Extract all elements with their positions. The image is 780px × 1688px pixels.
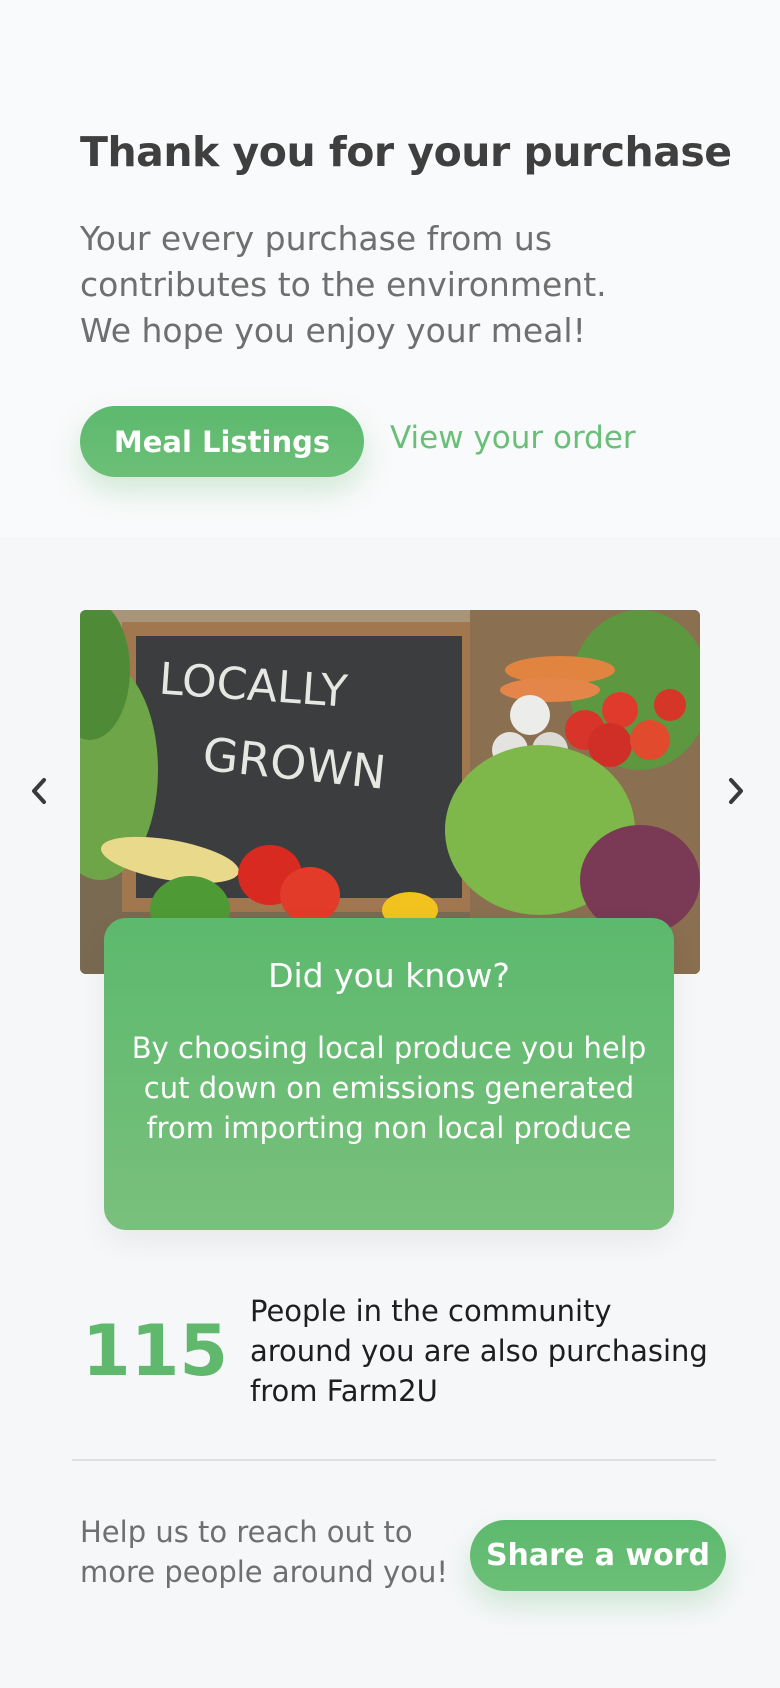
view-order-link[interactable]: View your order <box>390 420 636 456</box>
chevron-left-icon <box>32 778 46 804</box>
card-title: Did you know? <box>268 956 510 995</box>
card-text: By choosing local produce you help cut d… <box>131 1031 647 1145</box>
community-count: 115 <box>82 1310 229 1392</box>
community-text: People in the community around you are a… <box>250 1294 708 1408</box>
carousel-next-button[interactable] <box>721 774 751 808</box>
page-subtitle: Your every purchase from us contributes … <box>80 219 607 350</box>
page-title: Thank you for your purchase <box>80 128 732 176</box>
help-text: Help us to reach out to more people arou… <box>80 1515 448 1589</box>
carousel-prev-button[interactable] <box>24 774 54 808</box>
share-button[interactable]: Share a word <box>470 1520 726 1591</box>
meal-listings-button[interactable]: Meal Listings <box>80 406 364 477</box>
did-you-know-card: Did you know? By choosing local produce … <box>104 918 674 1230</box>
divider <box>72 1459 716 1461</box>
chevron-right-icon <box>729 778 743 804</box>
